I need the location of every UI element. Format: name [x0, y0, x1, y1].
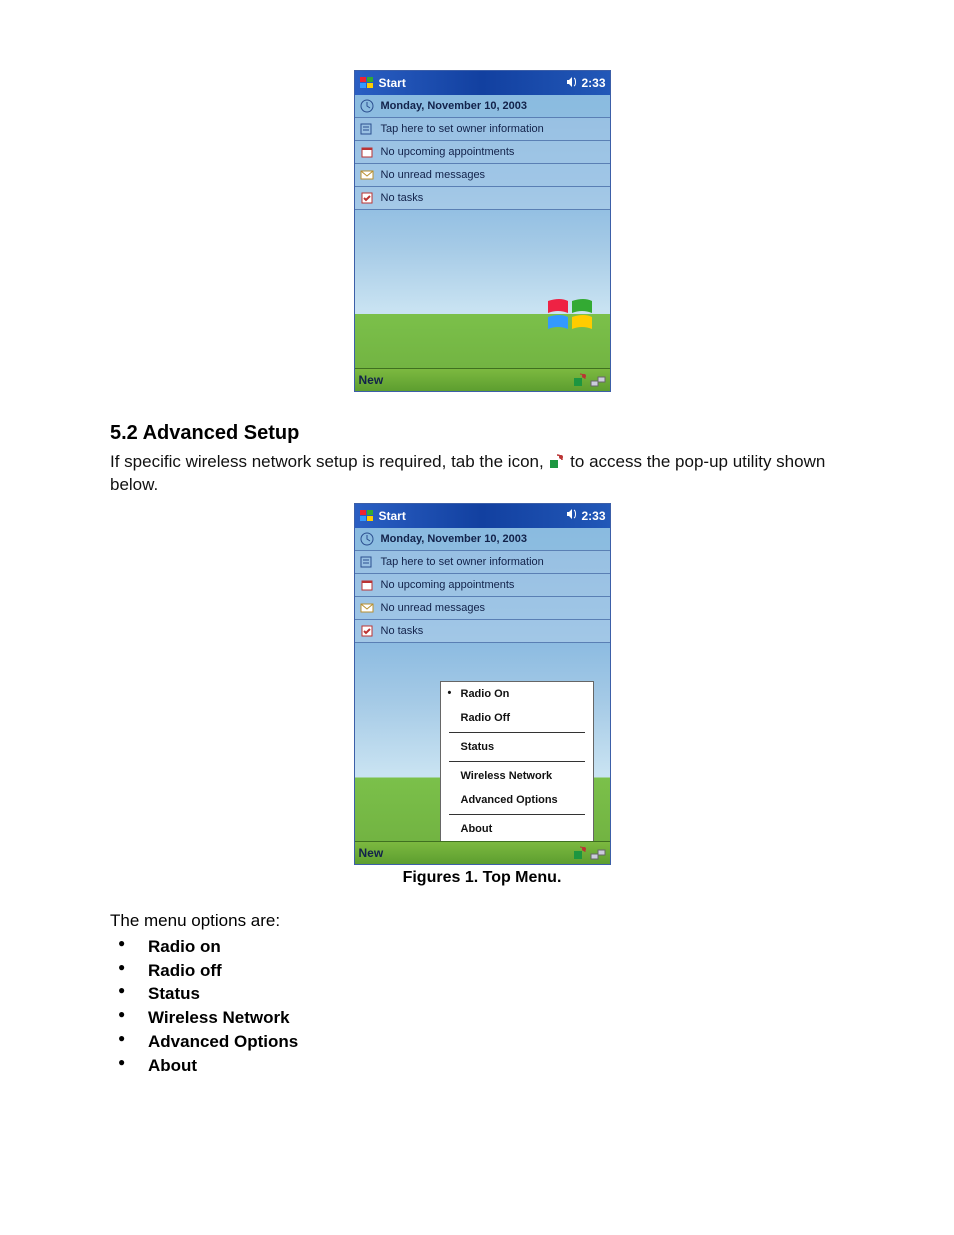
menu-status[interactable]: Status: [441, 735, 593, 759]
new-button[interactable]: New: [359, 373, 384, 387]
list-item: Wireless Network: [114, 1006, 854, 1030]
menu-about[interactable]: About: [441, 817, 593, 841]
today-date-row[interactable]: Monday, November 10, 2003: [355, 528, 610, 551]
list-item: Status: [114, 982, 854, 1006]
start-label[interactable]: Start: [379, 76, 406, 90]
connection-tray-icon[interactable]: [590, 845, 606, 861]
wireless-popup-menu: Radio On Radio Off Status Wireless Netwo…: [440, 681, 594, 842]
messages-row[interactable]: No unread messages: [355, 164, 610, 187]
command-bar: New: [355, 368, 610, 391]
list-item: Radio on: [114, 935, 854, 959]
clock-icon: [359, 531, 375, 547]
wireless-tray-icon[interactable]: [572, 372, 588, 388]
appointments-row[interactable]: No upcoming appointments: [355, 141, 610, 164]
clock-time[interactable]: 2:33: [581, 76, 605, 90]
owner-label: Tap here to set owner information: [381, 556, 544, 568]
clock-time[interactable]: 2:33: [581, 509, 605, 523]
list-item: Advanced Options: [114, 1030, 854, 1054]
calendar-icon: [359, 577, 375, 593]
wireless-tray-icon[interactable]: [572, 845, 588, 861]
figure-caption: Figures 1. Top Menu.: [110, 869, 854, 887]
screenshot-today-screen: Start 2:33 Monday, November 10, 2003 Tap…: [354, 70, 611, 392]
mail-icon: [359, 167, 375, 183]
tasks-row[interactable]: No tasks: [355, 187, 610, 210]
menu-radio-on[interactable]: Radio On: [441, 682, 593, 706]
owner-icon: [359, 554, 375, 570]
menu-options-list: Radio on Radio off Status Wireless Netwo…: [110, 935, 854, 1078]
today-list: Monday, November 10, 2003 Tap here to se…: [355, 95, 610, 210]
para-pre: If specific wireless network setup is re…: [110, 452, 544, 471]
owner-row[interactable]: Tap here to set owner information: [355, 118, 610, 141]
messages-label: No unread messages: [381, 169, 486, 181]
menu-advanced-options[interactable]: Advanced Options: [441, 788, 593, 812]
tasks-row[interactable]: No tasks: [355, 620, 610, 643]
volume-icon[interactable]: [565, 507, 579, 524]
today-date-label: Monday, November 10, 2003: [381, 100, 528, 112]
today-list: Monday, November 10, 2003 Tap here to se…: [355, 528, 610, 643]
new-button[interactable]: New: [359, 846, 384, 860]
clock-icon: [359, 98, 375, 114]
intro-paragraph: If specific wireless network setup is re…: [110, 451, 854, 497]
tasks-label: No tasks: [381, 625, 424, 637]
appointments-row[interactable]: No upcoming appointments: [355, 574, 610, 597]
list-lead: The menu options are:: [110, 911, 854, 931]
volume-icon[interactable]: [565, 75, 579, 92]
calendar-icon: [359, 144, 375, 160]
owner-row[interactable]: Tap here to set owner information: [355, 551, 610, 574]
menu-radio-off[interactable]: Radio Off: [441, 706, 593, 730]
taskbar: Start 2:33: [355, 504, 610, 528]
menu-wireless-network[interactable]: Wireless Network: [441, 764, 593, 788]
section-heading: 5.2 Advanced Setup: [110, 422, 854, 445]
command-bar: New: [355, 841, 610, 864]
windows-logo-icon: [546, 295, 594, 335]
appointments-label: No upcoming appointments: [381, 146, 515, 158]
tasks-icon: [359, 190, 375, 206]
wireless-inline-icon: [548, 453, 565, 470]
menu-separator: [449, 814, 585, 815]
menu-separator: [449, 732, 585, 733]
windows-flag-icon[interactable]: [359, 508, 375, 524]
taskbar: Start 2:33: [355, 71, 610, 95]
tasks-icon: [359, 623, 375, 639]
list-item: About: [114, 1054, 854, 1078]
messages-label: No unread messages: [381, 602, 486, 614]
start-label[interactable]: Start: [379, 509, 406, 523]
screenshot-popup-menu: Start 2:33 Monday, November 10, 2003 Tap…: [354, 503, 611, 865]
owner-label: Tap here to set owner information: [381, 123, 544, 135]
list-item: Radio off: [114, 959, 854, 983]
today-date-row[interactable]: Monday, November 10, 2003: [355, 95, 610, 118]
connection-tray-icon[interactable]: [590, 372, 606, 388]
menu-separator: [449, 761, 585, 762]
appointments-label: No upcoming appointments: [381, 579, 515, 591]
today-date-label: Monday, November 10, 2003: [381, 533, 528, 545]
tasks-label: No tasks: [381, 192, 424, 204]
messages-row[interactable]: No unread messages: [355, 597, 610, 620]
mail-icon: [359, 600, 375, 616]
windows-flag-icon[interactable]: [359, 75, 375, 91]
owner-icon: [359, 121, 375, 137]
